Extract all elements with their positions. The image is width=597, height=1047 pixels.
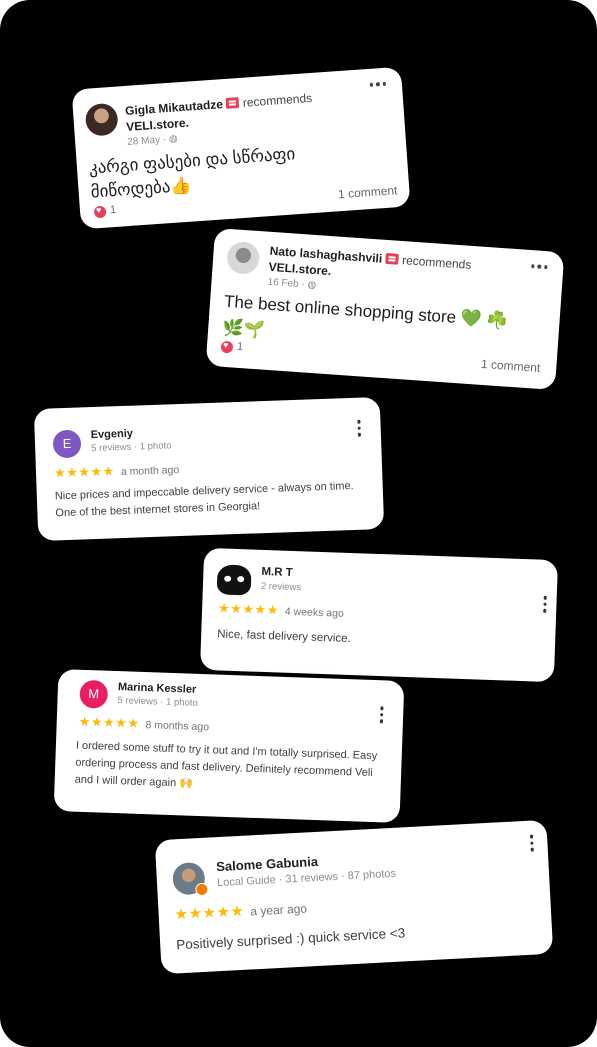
more-options-icon[interactable] — [369, 81, 386, 87]
facebook-review-card: Gigla Mikautadze recommends VELI.store. 2… — [71, 66, 411, 230]
avatar-letter: E — [62, 435, 72, 452]
avatar[interactable]: M — [79, 679, 109, 709]
review-time: a year ago — [249, 901, 308, 919]
skull-icon[interactable] — [216, 564, 252, 596]
avatar[interactable] — [171, 861, 209, 897]
more-options-icon[interactable] — [356, 419, 361, 437]
review-text: Nice prices and impeccable delivery serv… — [54, 479, 354, 520]
globe-icon: ◍ — [168, 133, 179, 145]
avatar[interactable] — [226, 240, 261, 276]
review-text: The best online shopping store 💚 ☘️🌿🌱 — [221, 291, 509, 340]
star-rating: ★★★★★ 4 weeks ago — [218, 600, 344, 620]
review-time: 8 months ago — [145, 719, 210, 734]
more-options-icon[interactable] — [530, 264, 548, 269]
review-text: Nice, fast delivery service. — [217, 628, 351, 646]
star-rating: ★★★★★ a month ago — [54, 461, 180, 481]
more-options-icon[interactable] — [529, 834, 534, 852]
recommendation-badge-icon — [384, 252, 399, 265]
globe-icon: ◍ — [307, 279, 317, 292]
avatar-letter: M — [88, 686, 100, 702]
reaction-count[interactable]: 1 — [110, 204, 117, 216]
google-review-card: E Evgeniy 5 reviews · 1 photo ★★★★★ a mon… — [33, 397, 385, 541]
reviewer-name[interactable]: Evgeniy — [91, 428, 134, 441]
page-link[interactable]: VELI.store. — [268, 260, 332, 278]
reviewer-stats: 5 reviews · 1 photo — [91, 440, 172, 455]
review-time: a month ago — [120, 464, 180, 479]
reviewer-stats: 2 reviews — [260, 580, 302, 594]
star-rating: ★★★★★ a year ago — [174, 898, 307, 923]
stars-icon: ★★★★★ — [217, 600, 280, 618]
avatar[interactable] — [84, 102, 119, 137]
google-review-card: M Marina Kessler 5 reviews · 1 photo ★★★… — [53, 669, 405, 823]
reviewer-stats: 5 reviews · 1 photo — [117, 695, 198, 709]
google-review-card: M.R T 2 reviews ★★★★★ 4 weeks ago Nice, f… — [199, 547, 559, 683]
stars-icon: ★★★★★ — [78, 713, 140, 731]
facebook-review-card: Nato lashaghashvili recommends VELI.store… — [205, 227, 565, 391]
more-options-icon[interactable] — [379, 706, 384, 723]
recommendation-badge-icon — [225, 97, 240, 109]
love-reaction-icon[interactable] — [93, 205, 107, 219]
phone-screen: Gigla Mikautadze recommends VELI.store. 2… — [0, 0, 597, 1047]
reviewer-name[interactable]: Gigla Mikautadze recommends — [125, 91, 313, 118]
review-date: 16 Feb · ◍ — [267, 276, 317, 292]
google-review-card: Salome Gabunia Local Guide · 31 reviews … — [154, 819, 554, 975]
more-options-icon[interactable] — [542, 595, 547, 613]
reviewer-name[interactable]: M.R T — [261, 566, 293, 579]
star-rating: ★★★★★ 8 months ago — [78, 713, 210, 735]
avatar[interactable]: E — [52, 429, 82, 459]
comment-count[interactable]: 1 comment — [338, 183, 398, 201]
stars-icon: ★★★★★ — [53, 463, 116, 481]
love-reaction-icon[interactable] — [220, 340, 234, 354]
page-link[interactable]: VELI.store. — [126, 116, 190, 134]
stars-icon: ★★★★★ — [174, 902, 245, 924]
review-text: I ordered some stuff to try it out and I… — [74, 739, 378, 790]
review-date: 28 May · ◍ — [126, 133, 179, 148]
review-text: Positively surprised :) quick service <3 — [175, 925, 406, 953]
local-guide-badge-icon — [195, 882, 209, 897]
comment-count[interactable]: 1 comment — [481, 357, 541, 375]
review-time: 4 weeks ago — [284, 605, 344, 620]
reaction-count[interactable]: 1 — [237, 341, 244, 353]
review-text: კარგი ფასები და სწრაფი მიწოდება👍 — [88, 144, 296, 202]
reviewer-name[interactable]: Marina Kessler — [118, 681, 197, 696]
reviewer-name[interactable]: Salome Gabunia — [216, 854, 319, 874]
